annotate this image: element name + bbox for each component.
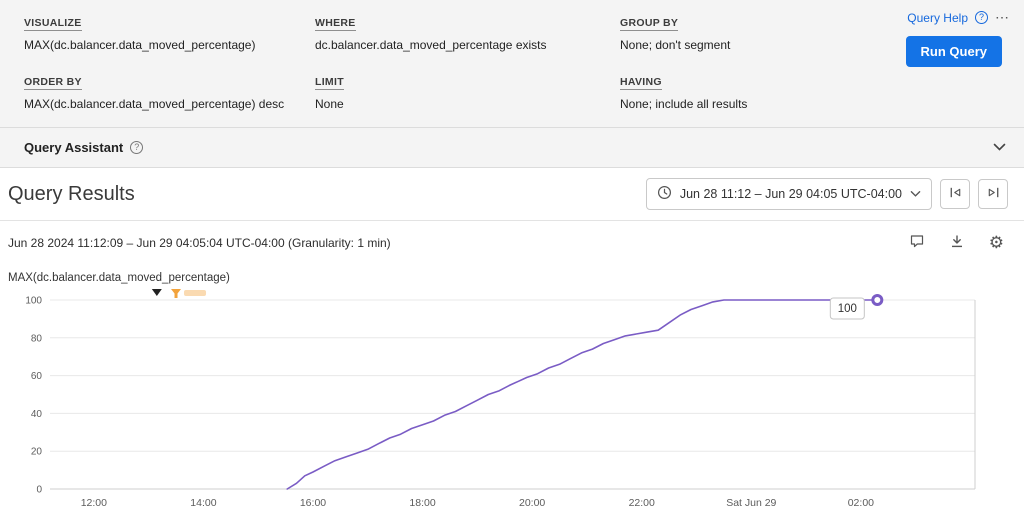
query-assistant-label: Query Assistant <box>24 140 123 155</box>
query-help-link[interactable]: Query Help <box>907 11 968 25</box>
end-marker[interactable] <box>873 296 882 305</box>
y-tick-label: 20 <box>31 447 43 458</box>
arrow-to-bar-right-icon <box>986 185 1001 203</box>
help-icon[interactable]: ? <box>975 11 988 24</box>
x-tick-label: 20:00 <box>519 497 545 509</box>
clause-having-label: HAVING <box>620 76 662 90</box>
filter-marker-icon[interactable] <box>171 289 181 298</box>
time-range-picker[interactable]: Jun 28 11:12 – Jun 29 04:05 UTC-04:00 <box>646 178 932 210</box>
x-tick-label: 12:00 <box>81 497 107 509</box>
results-toolbar: ⚙ <box>909 233 1004 252</box>
clause-limit-label: LIMIT <box>315 76 344 90</box>
clause-where[interactable]: WHERE dc.balancer.data_moved_percentage … <box>315 13 620 52</box>
filter-marker-text <box>184 290 206 296</box>
results-header: Query Results Jun 28 11:12 – Jun 29 04:0… <box>0 168 1024 221</box>
clause-limit[interactable]: LIMIT None <box>315 72 620 111</box>
y-tick-label: 60 <box>31 371 43 382</box>
x-tick-label: Sat Jun 29 <box>726 497 776 509</box>
results-chart[interactable]: 0 20 40 60 80 100 12:00 14:00 16:00 18:00 20:00 22:… <box>0 286 1024 523</box>
chart-series-label: MAX(dc.balancer.data_moved_percentage) <box>8 272 1024 284</box>
results-subtitle-row: Jun 28 2024 11:12:09 – Jun 29 04:05:04 U… <box>0 221 1024 256</box>
clause-visualize[interactable]: VISUALIZE MAX(dc.balancer.data_moved_per… <box>24 13 315 52</box>
clause-group-by[interactable]: GROUP BY None; don't segment <box>620 13 870 52</box>
clause-where-label: WHERE <box>315 17 356 31</box>
trigger-marker-icon[interactable] <box>152 289 162 296</box>
x-tick-label: 14:00 <box>190 497 216 509</box>
y-tick-label: 100 <box>25 296 42 307</box>
gear-icon[interactable]: ⚙ <box>989 234 1004 251</box>
x-tick-label: 02:00 <box>848 497 874 509</box>
clause-grid: VISUALIZE MAX(dc.balancer.data_moved_per… <box>24 13 870 111</box>
overflow-menu-icon[interactable]: ⋯ <box>995 9 1010 26</box>
series-line[interactable] <box>287 300 877 489</box>
query-builder-panel: VISUALIZE MAX(dc.balancer.data_moved_per… <box>0 0 1024 127</box>
x-tick-label: 16:00 <box>300 497 326 509</box>
clause-where-value: dc.balancer.data_moved_percentage exists <box>315 38 620 52</box>
help-icon: ? <box>130 141 143 154</box>
x-tick-label: 18:00 <box>409 497 435 509</box>
clause-group-by-label: GROUP BY <box>620 17 678 31</box>
time-shift-back-button[interactable] <box>940 179 970 209</box>
run-query-button[interactable]: Run Query <box>906 36 1002 67</box>
value-tooltip-text: 100 <box>838 303 857 315</box>
clause-order-by[interactable]: ORDER BY MAX(dc.balancer.data_moved_perc… <box>24 72 315 111</box>
query-help-row: Query Help ? ⋯ <box>907 9 1010 26</box>
clause-visualize-value: MAX(dc.balancer.data_moved_percentage) <box>24 38 315 52</box>
clause-order-by-label: ORDER BY <box>24 76 82 90</box>
clause-order-by-value: MAX(dc.balancer.data_moved_percentage) d… <box>24 97 315 111</box>
y-tick-label: 0 <box>36 485 42 496</box>
y-tick-label: 40 <box>31 409 43 420</box>
clause-having-value: None; include all results <box>620 97 870 111</box>
query-assistant-bar[interactable]: Query Assistant ? <box>0 127 1024 168</box>
download-icon[interactable] <box>949 233 965 252</box>
chevron-down-icon <box>910 187 921 201</box>
time-controls: Jun 28 11:12 – Jun 29 04:05 UTC-04:00 <box>646 178 1008 210</box>
time-shift-forward-button[interactable] <box>978 179 1008 209</box>
clause-visualize-label: VISUALIZE <box>24 17 82 31</box>
clause-group-by-value: None; don't segment <box>620 38 870 52</box>
arrow-to-bar-left-icon <box>948 185 963 203</box>
clock-icon <box>657 185 672 203</box>
clause-having[interactable]: HAVING None; include all results <box>620 72 870 111</box>
page-title: Query Results <box>8 183 135 206</box>
time-range-label: Jun 28 11:12 – Jun 29 04:05 UTC-04:00 <box>680 187 902 201</box>
chevron-down-icon[interactable] <box>993 140 1006 155</box>
clause-limit-value: None <box>315 97 620 111</box>
time-range-detail: Jun 28 2024 11:12:09 – Jun 29 04:05:04 U… <box>8 236 391 250</box>
x-tick-label: 22:00 <box>629 497 655 509</box>
y-tick-label: 80 <box>31 333 43 344</box>
comment-icon[interactable] <box>909 233 925 252</box>
line-chart[interactable]: 0 20 40 60 80 100 12:00 14:00 16:00 18:00 20:00 22:… <box>0 286 1024 518</box>
